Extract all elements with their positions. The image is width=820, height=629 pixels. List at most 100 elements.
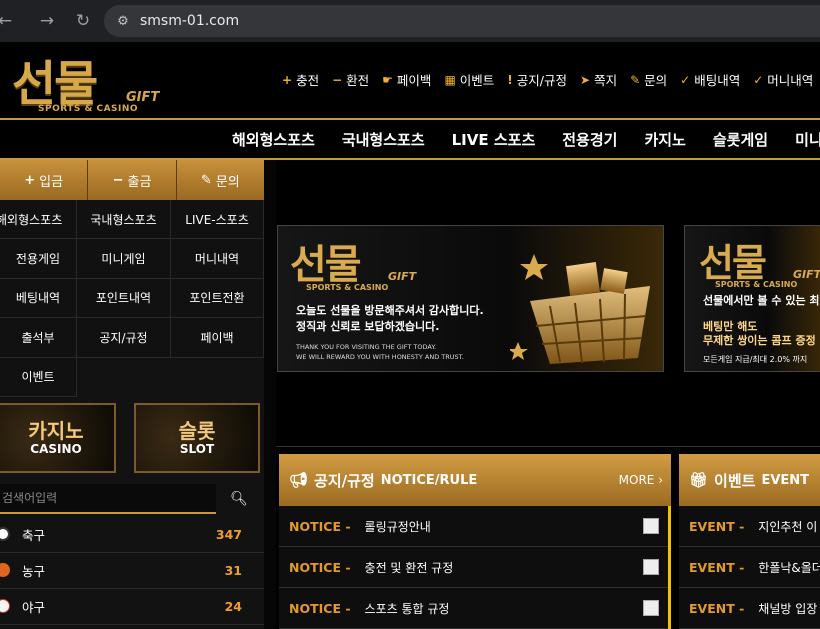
slot-banner[interactable]: 슬롯 SLOT: [134, 402, 260, 473]
topmenu-item-withdraw[interactable]: − 환전: [332, 70, 369, 89]
site-logo[interactable]: 선물 GIFT SPORTS & CASINO: [8, 46, 168, 118]
main-menu: 해외형스포츠 국내형스포츠 LIVE 스포츠 전용경기 카지노 슬롯게임 미니게…: [0, 120, 820, 160]
sidebar-item-exclusive-game[interactable]: 전용게임: [0, 239, 77, 279]
sport-name: 야구: [22, 599, 46, 615]
reload-icon[interactable]: ↻: [68, 6, 98, 36]
gift-icon: 🎁︎: [689, 471, 709, 489]
mainmenu-item-domestic-sports[interactable]: 국내형스포츠: [342, 129, 425, 150]
topmenu-item-bet-history[interactable]: ✓ 배팅내역: [680, 70, 740, 89]
edit-icon: ✎: [200, 172, 212, 188]
banner-text-en: WE WILL REWARD YOU WITH HONESTY AND TRUS…: [296, 353, 464, 361]
check-icon: ✓: [680, 72, 691, 87]
mainmenu-item-live-sports[interactable]: LIVE 스포츠: [452, 129, 536, 150]
event-title: 이벤트: [714, 471, 756, 490]
notice-scrollbar[interactable]: [668, 506, 671, 629]
topmenu-item-notice[interactable]: ! 공지/규정: [507, 70, 567, 89]
sport-item-soccer[interactable]: 축구 347: [0, 517, 264, 553]
sidebar-item-payback[interactable]: 페이백: [171, 318, 264, 358]
event-tag: EVENT -: [689, 518, 745, 534]
sidebar-item-domestic-sports[interactable]: 국내형스포츠: [77, 200, 171, 240]
casino-banner[interactable]: 카지노 CASINO: [0, 402, 116, 473]
casino-banner-title: 카지노: [28, 418, 84, 443]
edit-icon: ✎: [630, 72, 641, 87]
event-text: 지인추천 이: [758, 519, 818, 534]
deposit-button[interactable]: + 입금: [0, 160, 89, 200]
topmenu-label: 문의: [644, 73, 668, 88]
gift-basket-icon: [510, 254, 650, 364]
sidebar-item-attendance[interactable]: 출석부: [0, 318, 77, 358]
sidebar-item-event[interactable]: 이벤트: [0, 357, 77, 397]
mainmenu-item-exclusive[interactable]: 전용경기: [562, 129, 617, 150]
sidebar-item-minigame[interactable]: 미니게임: [77, 239, 171, 279]
promo-banner-comp[interactable]: 선물 GIFT SPORTS & CASINO 선물에서만 볼 수 있는 최 베…: [684, 225, 820, 372]
send-icon: ➤: [580, 72, 591, 87]
topmenu-item-inquiry[interactable]: ✎ 문의: [630, 70, 667, 89]
topmenu-label: 환전: [346, 73, 370, 88]
event-row[interactable]: EVENT - 채널방 입장: [679, 588, 820, 629]
sidebar-item-bet-history[interactable]: 베팅내역: [0, 278, 77, 319]
notice-title: 공지/규정: [314, 471, 375, 490]
notice-board-header: 📢︎ 공지/규정 NOTICE/RULE MORE ›: [279, 454, 671, 506]
sidebar-item-point-history[interactable]: 포인트내역: [77, 278, 171, 319]
mainmenu-item-overseas-sports[interactable]: 해외형스포츠: [232, 129, 315, 150]
arrow-right-icon[interactable]: →: [32, 6, 62, 36]
topmenu-item-payback[interactable]: ☛ 페이백: [382, 70, 431, 89]
site-settings-icon[interactable]: ⚙: [114, 12, 132, 30]
banner-text: 무제한 쌍이는 콤프 증정: [703, 334, 816, 347]
topmenu-label: 배팅내역: [694, 73, 741, 88]
slot-banner-title: 슬롯: [178, 418, 216, 443]
sport-count: 31: [224, 562, 242, 578]
promo-banner-welcome[interactable]: 선물 GIFT SPORTS & CASINO 오늘도 선물을 방문해주셔서 감…: [277, 225, 664, 372]
notice-text: 충전 및 환전 규정: [364, 560, 454, 575]
address-bar[interactable]: ⚙ smsm-01.com: [104, 5, 820, 37]
topmenu-label: 페이백: [396, 73, 432, 88]
withdraw-button[interactable]: − 출금: [88, 160, 177, 200]
notice-more-link[interactable]: MORE ›: [619, 473, 663, 487]
sport-name: 농구: [22, 563, 46, 579]
plus-icon: +: [24, 172, 36, 188]
event-board: 🎁︎ 이벤트 EVENT EVENT - 지인추천 이 EVENT - 한폴낙&…: [679, 454, 820, 629]
banner-logo-gift: GIFT: [388, 270, 417, 283]
sidebar-item-overseas-sports[interactable]: 해외형스포츠: [0, 200, 77, 240]
search-input[interactable]: [0, 483, 216, 514]
sport-name: 축구: [22, 527, 46, 543]
topmenu-item-deposit[interactable]: + 충전: [282, 70, 319, 89]
sport-item-basketball[interactable]: 농구 31: [0, 553, 264, 589]
event-row[interactable]: EVENT - 한폴낙&올더: [679, 547, 820, 588]
broken-image-icon: [643, 600, 659, 616]
topmenu-item-money-history[interactable]: ✓ 머니내역: [753, 70, 813, 89]
sidebar-item-live-sports[interactable]: LIVE-스포츠: [171, 200, 264, 240]
site: 선물 GIFT SPORTS & CASINO + 충전 − 환전 ☛ 페이백 ▦ 이벤…: [0, 42, 820, 629]
topmenu-item-message[interactable]: ➤ 쪽지: [580, 70, 617, 89]
casino-banner-sub: CASINO: [30, 441, 82, 456]
sport-item-baseball[interactable]: 야구 24: [0, 589, 264, 625]
arrow-left-icon[interactable]: ←: [0, 6, 20, 36]
notice-row[interactable]: NOTICE - 충전 및 환전 규정: [279, 547, 671, 588]
topmenu-label: 머니내역: [767, 73, 814, 88]
soccer-ball-icon: [0, 527, 10, 542]
topmenu-item-event[interactable]: ▦ 이벤트: [444, 70, 494, 89]
hand-icon: ☛: [382, 72, 393, 87]
megaphone-icon: 📢︎: [289, 471, 309, 489]
notice-row[interactable]: NOTICE - 스포츠 통합 규정: [279, 588, 671, 629]
gift-icon: ▦: [444, 72, 456, 87]
sidebar-item-money-history[interactable]: 머니내역: [171, 239, 264, 279]
main-content: 선물 GIFT SPORTS & CASINO 오늘도 선물을 방문해주셔서 감…: [276, 160, 820, 629]
notice-row[interactable]: NOTICE - 롤링규정안내: [279, 506, 671, 547]
notice-tag: NOTICE -: [289, 518, 351, 534]
sidebar-item-point-convert[interactable]: 포인트전환: [171, 278, 264, 319]
sidebar-item-notice[interactable]: 공지/규정: [77, 318, 171, 358]
event-row[interactable]: EVENT - 지인추천 이: [679, 506, 820, 547]
broken-image-icon: [643, 518, 659, 534]
logo-gift: GIFT: [126, 90, 160, 105]
broken-image-icon: [643, 559, 659, 575]
banner-logo: 선물: [699, 240, 767, 285]
search-icon[interactable]: 🔍︎: [216, 484, 262, 514]
inquiry-button[interactable]: ✎ 문의: [176, 160, 264, 200]
mainmenu-item-slot[interactable]: 슬롯게임: [713, 129, 768, 150]
event-title-en: EVENT: [761, 472, 810, 488]
game-banners: 카지노 CASINO 슬롯 SLOT: [0, 397, 264, 475]
content-divider: [276, 446, 820, 447]
mainmenu-item-minigame[interactable]: 미니게임: [795, 129, 820, 150]
mainmenu-item-casino[interactable]: 카지노: [644, 129, 685, 150]
